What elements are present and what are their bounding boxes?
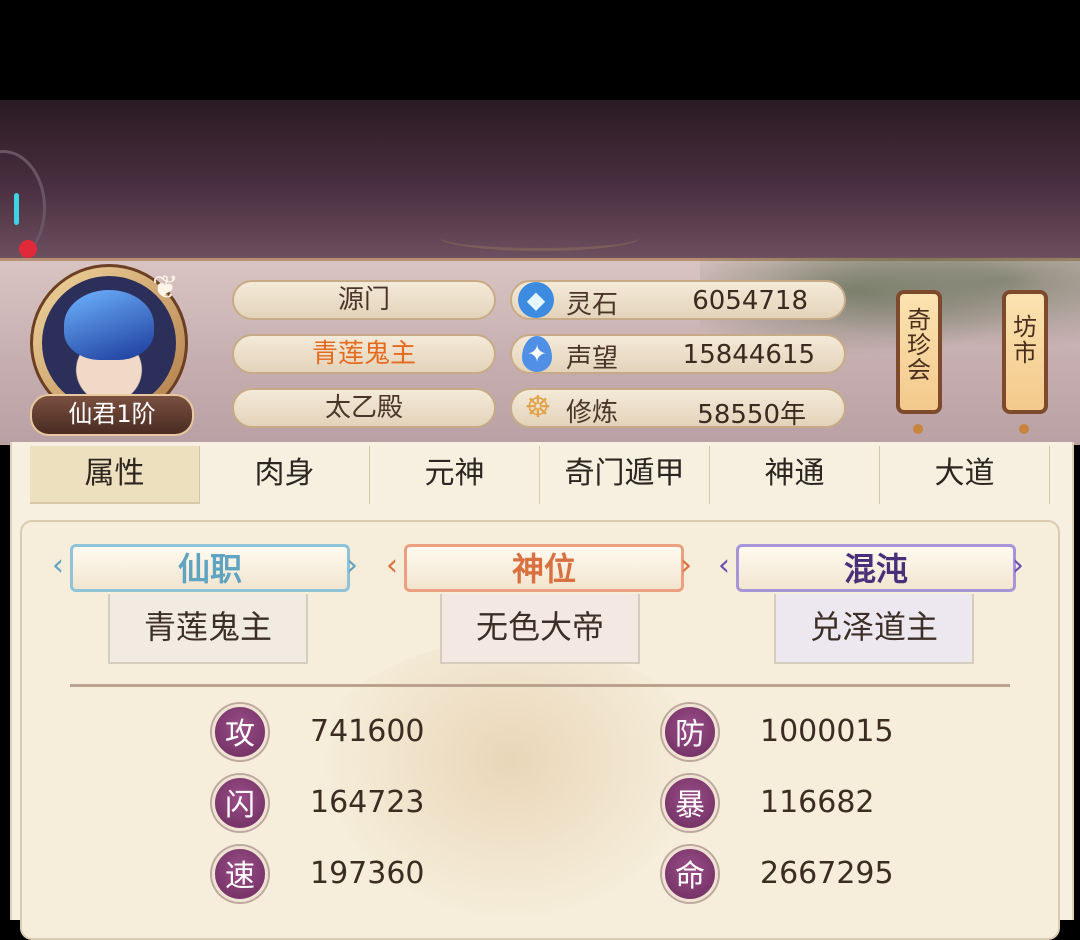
chevron-left-icon: ‹ <box>718 548 730 583</box>
stat-badge-dodge: 闪 <box>212 775 268 831</box>
title-header-immortal: 仙职 <box>70 544 350 592</box>
title-header-divine: 神位 <box>404 544 684 592</box>
chevron-left-icon: ‹ <box>386 548 398 583</box>
title-value-divine: 无色大帝 <box>440 594 640 664</box>
title-value-immortal: 青莲鬼主 <box>108 594 308 664</box>
tassel-icon <box>913 424 923 434</box>
resource-value: 15844615 <box>682 340 815 370</box>
treasure-fair-button[interactable]: 奇珍会 <box>896 290 942 414</box>
butterfly-icon: ❦ <box>152 268 179 306</box>
chevron-right-icon: › <box>1012 548 1024 583</box>
banner-ornament <box>440 224 640 251</box>
resource-value: 58550年 <box>697 400 806 430</box>
chevron-right-icon: › <box>680 548 692 583</box>
rank-badge: 仙君1阶 <box>30 394 194 436</box>
stat-value-speed: 197360 <box>310 856 425 891</box>
title-value-chaos: 兑泽道主 <box>774 594 974 664</box>
stat-value-dodge: 164723 <box>310 785 425 820</box>
stat-badge-critical: 暴 <box>662 775 718 831</box>
notification-dot <box>19 240 37 258</box>
gem-icon: ◆ <box>518 282 554 318</box>
stat-badge-speed: 速 <box>212 846 268 902</box>
resource-name: 灵石 <box>566 290 619 320</box>
stat-badge-defense: 防 <box>662 704 718 760</box>
chevron-left-icon: ‹ <box>52 548 64 583</box>
market-button[interactable]: 坊市 <box>1002 290 1048 414</box>
title-pill: 青莲鬼主 <box>232 334 496 374</box>
tab-spirit[interactable]: 元神 <box>370 446 540 504</box>
sect-pill: 源门 <box>232 280 496 320</box>
tab-abilities[interactable]: 神通 <box>710 446 880 504</box>
tassel-icon <box>1019 424 1029 434</box>
chevron-right-icon: › <box>346 548 358 583</box>
gauge-marker-icon <box>14 193 19 225</box>
stat-value-defense: 1000015 <box>760 714 894 749</box>
section-divider <box>70 684 1010 687</box>
title-header-chaos: 混沌 <box>736 544 1016 592</box>
hall-pill: 太乙殿 <box>232 388 496 428</box>
tab-body[interactable]: 肉身 <box>200 446 370 504</box>
stat-value-critical: 116682 <box>760 785 875 820</box>
status-bar <box>0 0 1080 100</box>
meditation-icon: ☸ <box>524 390 552 425</box>
tab-attributes[interactable]: 属性 <box>30 446 200 504</box>
resource-name: 修炼 <box>566 398 619 428</box>
resource-value: 6054718 <box>692 286 808 316</box>
stat-value-health: 2667295 <box>760 856 894 891</box>
avatar-hair <box>64 290 154 360</box>
stat-badge-attack: 攻 <box>212 704 268 760</box>
stat-value-attack: 741600 <box>310 714 425 749</box>
crystal-icon: ✦ <box>522 336 552 372</box>
tab-qimen[interactable]: 奇门遁甲 <box>540 446 710 504</box>
resource-name: 声望 <box>566 344 619 374</box>
stat-badge-health: 命 <box>662 846 718 902</box>
tab-dao[interactable]: 大道 <box>880 446 1050 504</box>
